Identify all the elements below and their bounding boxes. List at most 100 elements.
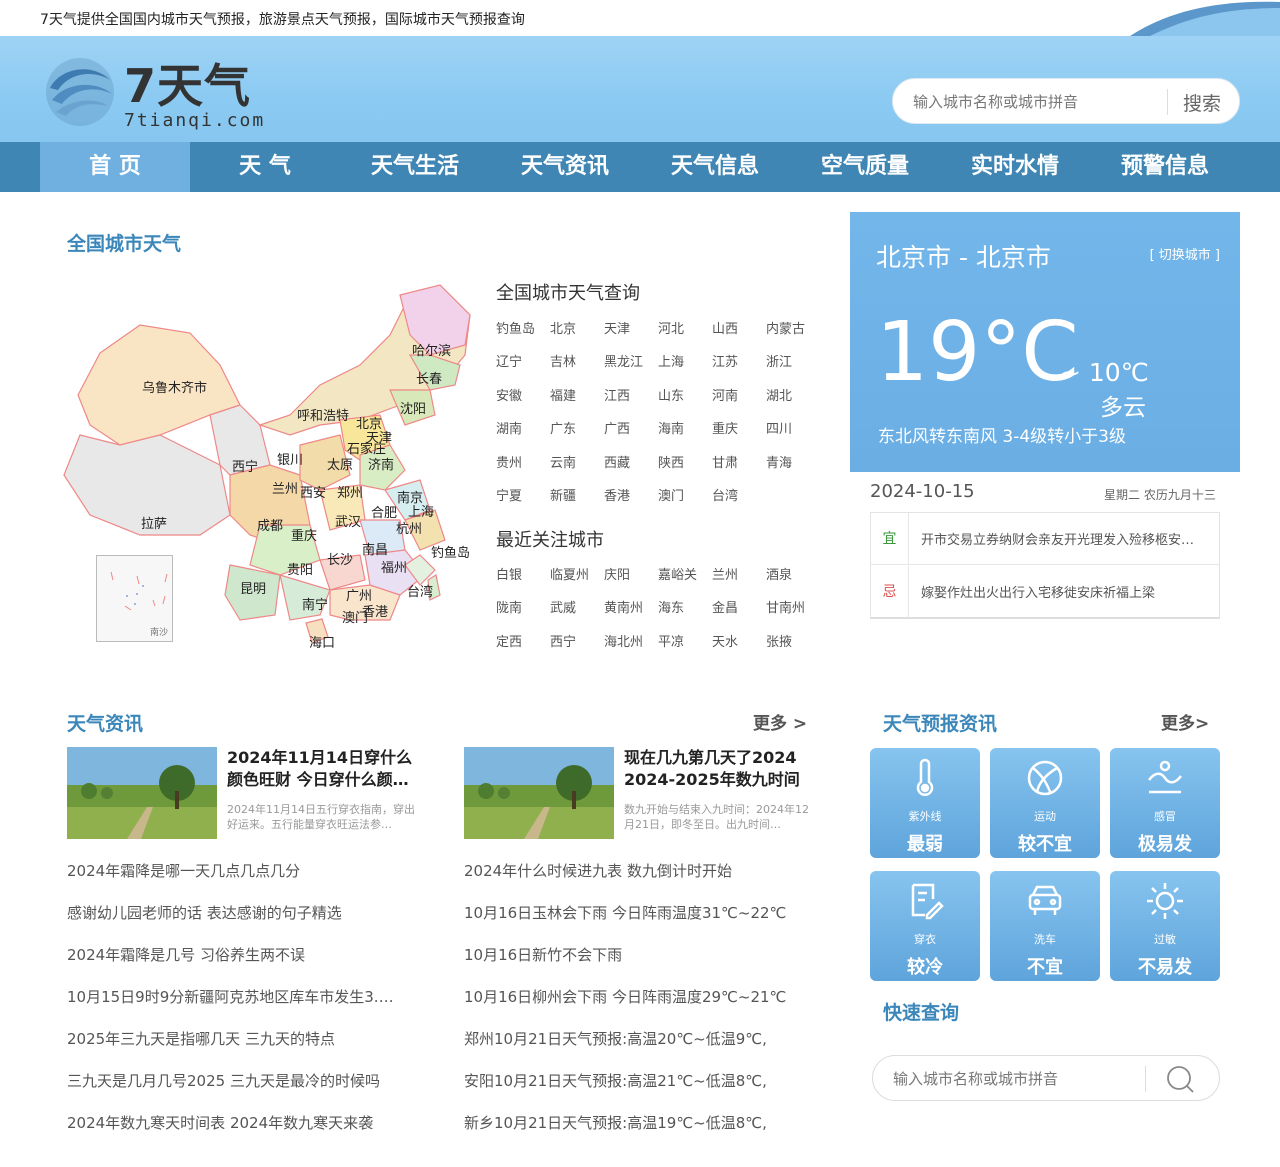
news-link[interactable]: 10月16日柳州会下雨 今日阵雨温度29℃~21℃ (464, 986, 814, 1007)
index-tile-sport[interactable]: 运动 较不宜 (990, 748, 1100, 858)
news-link[interactable]: 2024年霜降是哪一天几点几点几分 (67, 860, 417, 881)
recent-city-link[interactable]: 定西 (496, 631, 522, 650)
province-link[interactable]: 北京 (550, 318, 576, 337)
province-link[interactable]: 澳门 (658, 485, 684, 504)
map-label[interactable]: 重庆 (291, 525, 317, 544)
map-label[interactable]: 澳门 (342, 607, 368, 626)
nav-weather[interactable]: 天 气 (190, 142, 340, 192)
recent-city-link[interactable]: 武威 (550, 597, 576, 616)
map-label[interactable]: 沈阳 (400, 398, 426, 417)
province-link[interactable]: 浙江 (766, 351, 792, 370)
recent-city-link[interactable]: 甘南州 (766, 597, 805, 616)
province-link[interactable]: 内蒙古 (766, 318, 805, 337)
province-link[interactable]: 湖南 (496, 418, 522, 437)
map-label[interactable]: 海口 (309, 632, 335, 651)
news-card-title[interactable]: 现在几九第几天了2024 2024-2025年数九时间表 (624, 747, 814, 791)
province-link[interactable]: 江苏 (712, 351, 738, 370)
news-link[interactable]: 郑州10月21日天气预报:高温20℃~低温9℃, (464, 1028, 814, 1049)
index-tile-carwash[interactable]: 洗车 不宜 (990, 871, 1100, 981)
province-link[interactable]: 西藏 (604, 452, 630, 471)
nav-weather-info[interactable]: 天气信息 (640, 142, 790, 192)
news-link[interactable]: 新乡10月21日天气预报:高温19℃~低温8℃, (464, 1112, 814, 1133)
news-link[interactable]: 感谢幼儿园老师的话 表达感谢的句子精选 (67, 902, 417, 923)
province-link[interactable]: 天津 (604, 318, 630, 337)
province-link[interactable]: 福建 (550, 385, 576, 404)
map-label[interactable]: 银川 (277, 449, 303, 468)
map-label[interactable]: 昆明 (240, 578, 266, 597)
news-link[interactable]: 10月16日玉林会下雨 今日阵雨温度31℃~22℃ (464, 902, 814, 923)
recent-city-link[interactable]: 陇南 (496, 597, 522, 616)
nav-home[interactable]: 首 页 (40, 142, 190, 192)
quick-search-input[interactable] (891, 1068, 1131, 1090)
province-link[interactable]: 吉林 (550, 351, 576, 370)
recent-city-link[interactable]: 白银 (496, 564, 522, 583)
province-link[interactable]: 黑龙江 (604, 351, 643, 370)
map-label[interactable]: 台湾 (407, 581, 433, 600)
recent-city-link[interactable]: 西宁 (550, 631, 576, 650)
province-link[interactable]: 四川 (766, 418, 792, 437)
map-label[interactable]: 呼和浩特 (297, 405, 349, 424)
header-search-button[interactable]: 搜索 (1183, 89, 1221, 116)
map-label[interactable]: 太原 (327, 454, 353, 473)
recent-city-link[interactable]: 临夏州 (550, 564, 589, 583)
nav-weather-life[interactable]: 天气生活 (340, 142, 490, 192)
map-label[interactable]: 长沙 (327, 549, 353, 568)
province-link[interactable]: 江西 (604, 385, 630, 404)
province-link[interactable]: 安徽 (496, 385, 522, 404)
map-label[interactable]: 乌鲁木齐市 (142, 377, 207, 396)
province-link[interactable]: 河北 (658, 318, 684, 337)
province-link[interactable]: 青海 (766, 452, 792, 471)
recent-city-link[interactable]: 海北州 (604, 631, 643, 650)
province-link[interactable]: 台湾 (712, 485, 738, 504)
province-link[interactable]: 陕西 (658, 452, 684, 471)
recent-city-link[interactable]: 黄南州 (604, 597, 643, 616)
province-link[interactable]: 广西 (604, 418, 630, 437)
map-label[interactable]: 钓鱼岛 (431, 542, 470, 561)
province-link[interactable]: 广东 (550, 418, 576, 437)
map-label[interactable]: 贵阳 (287, 559, 313, 578)
nav-weather-news[interactable]: 天气资讯 (490, 142, 640, 192)
news-card[interactable]: 2024年11月14日穿什么颜色旺财 今日穿什么颜… 2024年11月14日五行… (67, 747, 415, 839)
map-label[interactable]: 拉萨 (141, 513, 167, 532)
news-link[interactable]: 三九天是几月几号2025 三九天是最冷的时候吗 (67, 1070, 417, 1091)
weather-news-more[interactable]: 更多 > (753, 709, 807, 734)
news-link[interactable]: 安阳10月21日天气预报:高温21℃~低温8℃, (464, 1070, 814, 1091)
map-label[interactable]: 武汉 (335, 511, 361, 530)
map-label[interactable]: 南宁 (302, 594, 328, 613)
index-tile-allergy[interactable]: 过敏 不易发 (1110, 871, 1220, 981)
news-card[interactable]: 现在几九第几天了2024 2024-2025年数九时间表 数九开始与结束入九时间… (464, 747, 809, 839)
news-link[interactable]: 2024年数九寒天时间表 2024年数九寒天来袭 (67, 1112, 417, 1133)
province-link[interactable]: 辽宁 (496, 351, 522, 370)
recent-city-link[interactable]: 天水 (712, 631, 738, 650)
province-link[interactable]: 河南 (712, 385, 738, 404)
map-label[interactable]: 济南 (368, 454, 394, 473)
header-search-input[interactable] (911, 91, 1151, 113)
province-link[interactable]: 上海 (658, 351, 684, 370)
map-label[interactable]: 成都 (257, 515, 283, 534)
site-logo[interactable]: 7天气 7tianqi.com (42, 50, 272, 131)
province-link[interactable]: 重庆 (712, 418, 738, 437)
map-label[interactable]: 南昌 (362, 539, 388, 558)
province-link[interactable]: 贵州 (496, 452, 522, 471)
news-link[interactable]: 2024年霜降是几号 习俗养生两不误 (67, 944, 417, 965)
index-tile-clothing[interactable]: 穿衣 较冷 (870, 871, 980, 981)
news-link[interactable]: 2025年三九天是指哪几天 三九天的特点 (67, 1028, 417, 1049)
news-link[interactable]: 2024年什么时候进九表 数九倒计时开始 (464, 860, 814, 881)
recent-city-link[interactable]: 张掖 (766, 631, 792, 650)
news-link[interactable]: 10月16日新竹不会下雨 (464, 944, 814, 965)
province-link[interactable]: 海南 (658, 418, 684, 437)
recent-city-link[interactable]: 平凉 (658, 631, 684, 650)
map-label[interactable]: 兰州 (272, 478, 298, 497)
news-card-title[interactable]: 2024年11月14日穿什么颜色旺财 今日穿什么颜… (227, 747, 417, 791)
province-link[interactable]: 云南 (550, 452, 576, 471)
index-tile-cold[interactable]: 感冒 极易发 (1110, 748, 1220, 858)
map-label[interactable]: 哈尔滨 (412, 340, 451, 359)
recent-city-link[interactable]: 兰州 (712, 564, 738, 583)
recent-city-link[interactable]: 金昌 (712, 597, 738, 616)
province-link[interactable]: 山东 (658, 385, 684, 404)
province-link[interactable]: 山西 (712, 318, 738, 337)
search-icon[interactable] (1165, 1064, 1195, 1094)
province-link[interactable]: 钓鱼岛 (496, 318, 535, 337)
map-label[interactable]: 杭州 (396, 518, 422, 537)
province-link[interactable]: 新疆 (550, 485, 576, 504)
